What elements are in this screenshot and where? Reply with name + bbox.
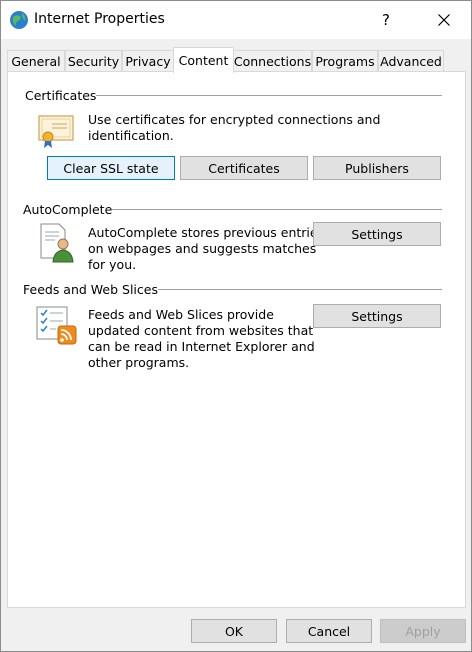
- feeds-settings-button[interactable]: Settings: [313, 304, 441, 328]
- help-button[interactable]: ?: [363, 1, 409, 39]
- autocomplete-description: AutoComplete stores previous entries on …: [88, 225, 324, 273]
- close-button[interactable]: [421, 1, 467, 39]
- feeds-icon: [36, 306, 77, 345]
- autocomplete-group-label: AutoComplete: [23, 202, 113, 217]
- feeds-description-line: can be read in Internet Explorer and: [88, 339, 315, 354]
- tab-general[interactable]: General: [7, 50, 65, 72]
- feeds-description-line: other programs.: [88, 355, 190, 370]
- certificates-group-label: Certificates: [25, 88, 97, 103]
- ok-button[interactable]: OK: [191, 619, 277, 643]
- autocomplete-description-line: on webpages and suggests matches: [88, 241, 317, 256]
- tab-strip: General Security Privacy Content Connect…: [7, 47, 467, 73]
- feeds-description-line: Feeds and Web Slices provide: [88, 307, 274, 322]
- feeds-description: Feeds and Web Slices provide updated con…: [88, 307, 315, 371]
- globe-icon: [10, 11, 28, 29]
- cancel-button[interactable]: Cancel: [286, 619, 372, 643]
- title-bar[interactable]: Internet Properties ?: [1, 1, 471, 39]
- tab-connections[interactable]: Connections: [233, 50, 312, 72]
- autocomplete-icon: [40, 223, 74, 263]
- tab-programs[interactable]: Programs: [312, 50, 378, 72]
- certificates-button[interactable]: Certificates: [180, 156, 308, 180]
- divider: [110, 209, 442, 210]
- divider: [94, 95, 442, 96]
- autocomplete-settings-button[interactable]: Settings: [313, 222, 441, 246]
- clear-ssl-state-button[interactable]: Clear SSL state: [47, 156, 175, 180]
- tab-content[interactable]: Content: [173, 47, 234, 73]
- tab-privacy[interactable]: Privacy: [122, 50, 174, 72]
- tab-security[interactable]: Security: [65, 50, 122, 72]
- feeds-description-line: updated content from websites that: [88, 323, 314, 338]
- internet-properties-dialog: Internet Properties ? General Security P…: [0, 0, 472, 652]
- divider: [155, 289, 442, 290]
- certificate-icon: [38, 115, 74, 148]
- content-tab-panel: Certificates Use certificates for encryp…: [7, 71, 466, 608]
- autocomplete-description-line: AutoComplete stores previous entries: [88, 225, 325, 240]
- apply-button[interactable]: Apply: [380, 619, 466, 643]
- publishers-button[interactable]: Publishers: [313, 156, 441, 180]
- certificates-description: Use certificates for encrypted connectio…: [88, 112, 381, 143]
- feeds-group-label: Feeds and Web Slices: [23, 282, 158, 297]
- autocomplete-description-line: for you.: [88, 257, 137, 272]
- window-title: Internet Properties: [34, 11, 165, 27]
- tab-advanced[interactable]: Advanced: [378, 50, 444, 72]
- close-icon: [438, 14, 450, 26]
